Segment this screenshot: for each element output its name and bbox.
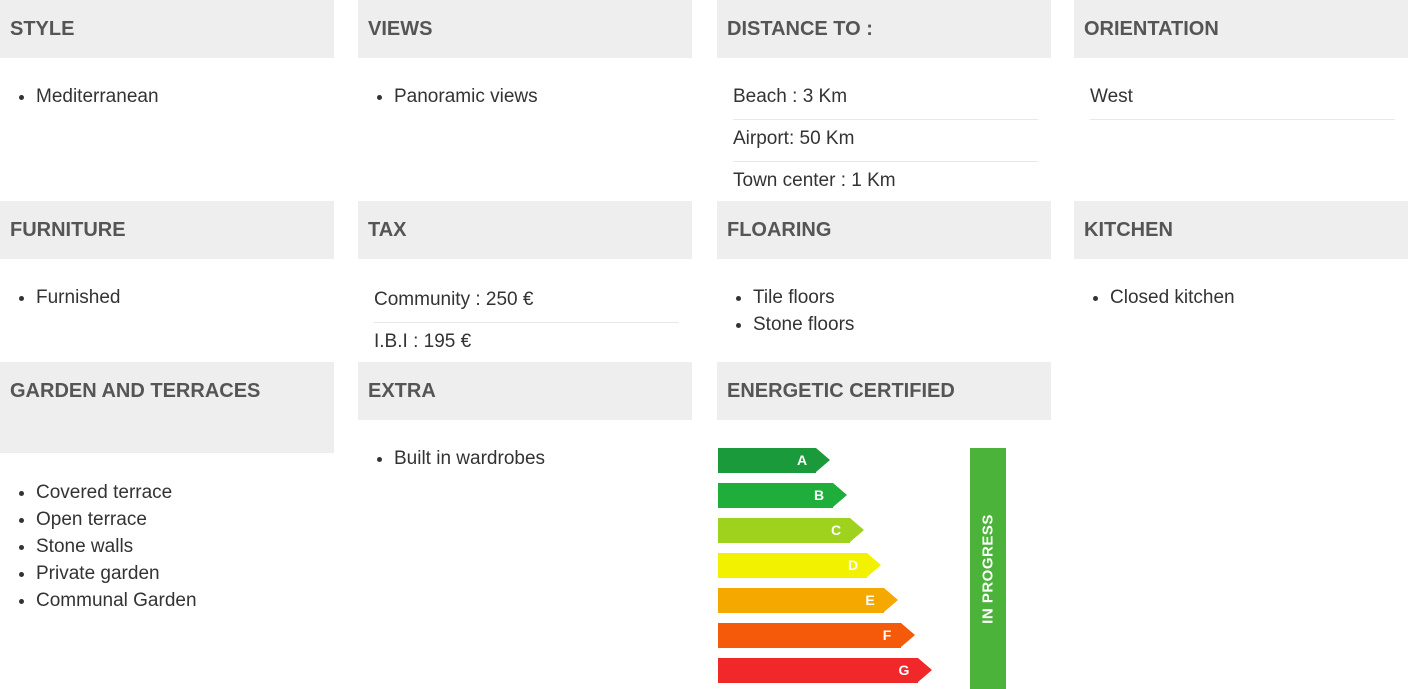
section-extra: EXTRA Built in wardrobes <box>358 362 692 472</box>
list-item: Open terrace <box>36 506 334 533</box>
energy-bar-arrow <box>816 448 830 472</box>
list-item: Furnished <box>36 284 334 311</box>
energy-bar-body <box>718 623 901 648</box>
energy-heading: ENERGETIC CERTIFIED <box>717 362 1051 420</box>
section-orientation: ORIENTATION West <box>1074 0 1408 120</box>
extra-list: Built in wardrobes <box>358 445 692 472</box>
tax-rows: Community : 250 € I.B.I : 195 € <box>358 281 692 365</box>
list-item: Stone floors <box>753 311 1051 338</box>
energy-class-label: E <box>865 592 875 608</box>
list-item: Covered terrace <box>36 479 334 506</box>
section-views: VIEWS Panoramic views <box>358 0 692 110</box>
orientation-heading: ORIENTATION <box>1074 0 1408 58</box>
furniture-heading: FURNITURE <box>0 201 334 259</box>
energy-class-label: D <box>847 557 859 573</box>
list-item: Panoramic views <box>394 83 692 110</box>
style-list: Mediterranean <box>0 83 334 110</box>
section-distance: DISTANCE TO : Beach : 3 Km Airport: 50 K… <box>717 0 1051 203</box>
energy-bar-arrow <box>918 658 932 682</box>
list-item: Tile floors <box>753 284 1051 311</box>
section-flooring: FLOARING Tile floors Stone floors <box>717 201 1051 338</box>
kitchen-list: Closed kitchen <box>1074 284 1408 311</box>
furniture-list: Furnished <box>0 284 334 311</box>
energy-class-label: C <box>830 522 842 538</box>
list-item: Private garden <box>36 560 334 587</box>
section-garden: GARDEN AND TERRACES Covered terrace Open… <box>0 362 334 614</box>
distance-rows: Beach : 3 Km Airport: 50 Km Town center … <box>717 78 1051 203</box>
views-heading: VIEWS <box>358 0 692 58</box>
section-furniture: FURNITURE Furnished <box>0 201 334 311</box>
distance-row: Airport: 50 Km <box>733 120 1038 162</box>
energy-status-label: IN PROGRESS <box>979 513 997 624</box>
extra-heading: EXTRA <box>358 362 692 420</box>
energy-bar-arrow <box>867 553 881 577</box>
energy-class-label: G <box>898 662 910 678</box>
flooring-list: Tile floors Stone floors <box>717 284 1051 338</box>
distance-row: Beach : 3 Km <box>733 78 1038 120</box>
tax-row: I.B.I : 195 € <box>374 323 679 365</box>
garden-heading: GARDEN AND TERRACES <box>0 362 334 453</box>
distance-heading: DISTANCE TO : <box>717 0 1051 58</box>
list-item: Mediterranean <box>36 83 334 110</box>
section-tax: TAX Community : 250 € I.B.I : 195 € <box>358 201 692 365</box>
tax-row: Community : 250 € <box>374 281 679 323</box>
energy-class-label: B <box>813 487 825 503</box>
garden-list: Covered terrace Open terrace Stone walls… <box>0 479 334 614</box>
distance-row: Town center : 1 Km <box>733 170 896 191</box>
list-item: Built in wardrobes <box>394 445 692 472</box>
orientation-row: West <box>1090 78 1395 120</box>
section-energy: ENERGETIC CERTIFIED <box>717 362 1051 420</box>
list-item: Stone walls <box>36 533 334 560</box>
style-heading: STYLE <box>0 0 334 58</box>
energy-status-badge: IN PROGRESS <box>970 448 1006 689</box>
list-item: Closed kitchen <box>1110 284 1408 311</box>
list-item: Communal Garden <box>36 587 334 614</box>
tax-heading: TAX <box>358 201 692 259</box>
energy-class-label: A <box>796 452 808 468</box>
energy-bar-body <box>718 658 918 683</box>
kitchen-heading: KITCHEN <box>1074 201 1408 259</box>
flooring-heading: FLOARING <box>717 201 1051 259</box>
energy-bar-arrow <box>850 518 864 542</box>
section-style: STYLE Mediterranean <box>0 0 334 110</box>
energy-class-label: F <box>882 627 892 643</box>
orientation-rows: West <box>1074 78 1408 120</box>
energy-bar-arrow <box>901 623 915 647</box>
section-kitchen: KITCHEN Closed kitchen <box>1074 201 1408 311</box>
energy-bar-arrow <box>833 483 847 507</box>
energy-bar-arrow <box>884 588 898 612</box>
views-list: Panoramic views <box>358 83 692 110</box>
